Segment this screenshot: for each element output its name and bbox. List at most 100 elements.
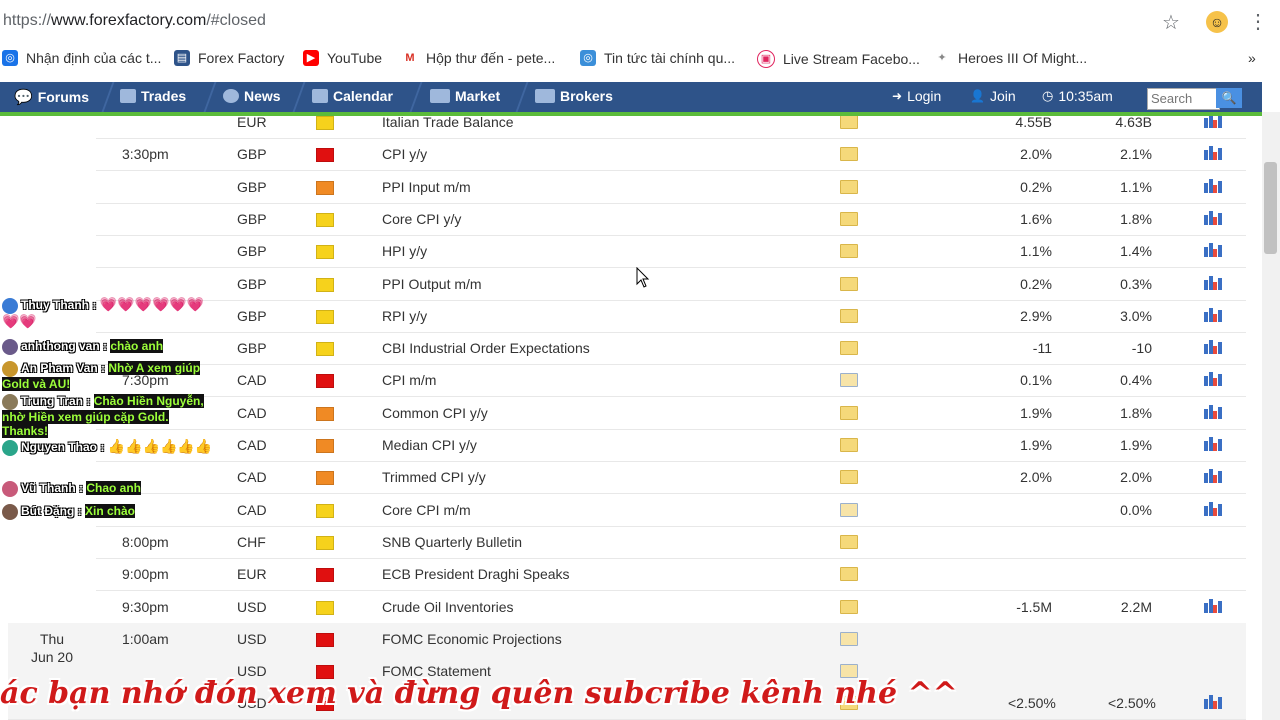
detail-folder-icon[interactable]: [840, 179, 858, 194]
bookmark-item[interactable]: ✦ Heroes III Of Might...: [934, 50, 1087, 66]
login-link[interactable]: ➜ Login: [892, 88, 941, 104]
impact-icon[interactable]: [316, 374, 334, 389]
url-field[interactable]: https://www.forexfactory.com/#closed: [3, 12, 266, 30]
bookmark-item[interactable]: ▣ Live Stream Facebo...: [757, 50, 920, 68]
browser-menu-icon[interactable]: ⋮: [1248, 9, 1268, 34]
bookmark-item[interactable]: M Hộp thư đến - pete...: [402, 50, 555, 66]
graph-icon[interactable]: [1204, 338, 1222, 355]
scrollbar-thumb[interactable]: [1264, 162, 1277, 254]
profile-avatar-icon[interactable]: ☺: [1206, 11, 1228, 33]
event-title[interactable]: PPI Output m/m: [382, 276, 482, 292]
impact-icon[interactable]: [316, 632, 334, 647]
graph-icon[interactable]: [1204, 435, 1222, 451]
table-row[interactable]: GBP RPI y/y 2.9% 3.0%: [96, 300, 1246, 333]
detail-folder-open-icon[interactable]: [840, 631, 858, 646]
bookmarks-more-button[interactable]: »: [1248, 50, 1256, 66]
table-row[interactable]: 9:30pm USD Crude Oil Inventories -1.5M 2.2M: [96, 591, 1246, 624]
detail-folder-icon[interactable]: [840, 147, 858, 162]
impact-icon[interactable]: [316, 600, 334, 615]
detail-folder-icon[interactable]: [840, 116, 858, 129]
bookmark-star-icon[interactable]: ☆: [1162, 10, 1180, 35]
detail-folder-icon[interactable]: [840, 244, 858, 259]
nav-trades[interactable]: Trades: [120, 88, 186, 104]
event-title[interactable]: Crude Oil Inventories: [382, 599, 514, 615]
impact-icon[interactable]: [316, 535, 334, 550]
impact-icon[interactable]: [316, 406, 334, 421]
impact-icon[interactable]: [316, 309, 334, 324]
nav-brokers[interactable]: Brokers: [535, 88, 613, 104]
table-row[interactable]: 3:30pm GBP CPI y/y 2.0% 2.1%: [96, 138, 1246, 172]
detail-folder-icon[interactable]: [840, 567, 858, 582]
table-row[interactable]: GBP HPI y/y 1.1% 1.4%: [96, 235, 1246, 269]
graph-icon[interactable]: [1204, 306, 1222, 322]
graph-icon[interactable]: [1204, 144, 1222, 161]
detail-folder-icon[interactable]: [840, 341, 858, 356]
impact-icon[interactable]: [316, 180, 334, 195]
event-title[interactable]: SNB Quarterly Bulletin: [382, 534, 522, 550]
detail-folder-icon[interactable]: [840, 599, 858, 614]
table-row[interactable]: CAD Trimmed CPI y/y 2.0% 2.0%: [96, 461, 1246, 495]
table-row[interactable]: 9:00pm EUR ECB President Draghi Speaks: [96, 558, 1246, 592]
impact-icon[interactable]: [316, 148, 334, 163]
graph-icon[interactable]: [1204, 209, 1222, 225]
table-row[interactable]: 8:00pm CHF SNB Quarterly Bulletin: [96, 526, 1246, 559]
event-title[interactable]: Core CPI m/m: [382, 502, 471, 518]
clock-display[interactable]: ◷ 10:35am: [1042, 88, 1113, 104]
bookmark-item[interactable]: ▤ Forex Factory: [174, 50, 284, 66]
impact-icon[interactable]: [316, 471, 334, 486]
impact-icon[interactable]: [316, 116, 334, 130]
bookmark-item[interactable]: ▶ YouTube: [303, 50, 382, 66]
detail-folder-open-icon[interactable]: [840, 502, 858, 517]
impact-icon[interactable]: [316, 277, 334, 292]
table-row[interactable]: EUR Italian Trade Balance 4.55B 4.63B: [96, 116, 1246, 139]
event-title[interactable]: Median CPI y/y: [382, 437, 477, 453]
table-row[interactable]: GBP PPI Input m/m 0.2% 1.1%: [96, 171, 1246, 204]
table-row[interactable]: GBP PPI Output m/m 0.2% 0.3%: [96, 268, 1246, 301]
detail-folder-open-icon[interactable]: [840, 373, 858, 388]
detail-folder-icon[interactable]: [840, 308, 858, 323]
detail-folder-icon[interactable]: [840, 405, 858, 420]
bookmark-item[interactable]: ◎ Tin tức tài chính qu...: [580, 50, 735, 66]
nav-news[interactable]: News: [223, 88, 281, 104]
event-title[interactable]: RPI y/y: [382, 308, 427, 324]
impact-icon[interactable]: [316, 212, 334, 227]
event-title[interactable]: Trimmed CPI y/y: [382, 469, 486, 485]
impact-icon[interactable]: [316, 503, 334, 518]
nav-forums[interactable]: 💬 Forums: [14, 88, 89, 106]
impact-icon[interactable]: [316, 342, 334, 357]
graph-icon[interactable]: [1204, 597, 1222, 613]
table-row[interactable]: GBP Core CPI y/y 1.6% 1.8%: [96, 203, 1246, 236]
event-title[interactable]: FOMC Economic Projections: [382, 631, 562, 647]
graph-icon[interactable]: [1204, 500, 1222, 516]
graph-icon[interactable]: [1204, 274, 1222, 290]
search-button[interactable]: 🔍: [1216, 88, 1242, 108]
graph-icon[interactable]: [1204, 467, 1222, 484]
join-link[interactable]: 👤 Join: [970, 88, 1016, 104]
table-row[interactable]: 7:30pm CAD CPI m/m 0.1% 0.4%: [96, 364, 1246, 398]
graph-icon[interactable]: [1204, 116, 1222, 128]
graph-icon[interactable]: [1204, 370, 1222, 387]
event-title[interactable]: CPI y/y: [382, 146, 427, 162]
table-row[interactable]: CAD Core CPI m/m 0.0%: [96, 494, 1246, 527]
address-bar[interactable]: https://www.forexfactory.com/#closed ☆ ☺…: [0, 0, 1280, 44]
detail-folder-icon[interactable]: [840, 276, 858, 291]
graph-icon[interactable]: [1204, 403, 1222, 419]
impact-icon[interactable]: [316, 568, 334, 583]
event-title[interactable]: Common CPI y/y: [382, 405, 488, 421]
impact-icon[interactable]: [316, 439, 334, 453]
table-row[interactable]: CAD Common CPI y/y 1.9% 1.8%: [96, 397, 1246, 430]
impact-icon[interactable]: [316, 245, 334, 260]
nav-calendar[interactable]: Calendar: [312, 88, 393, 104]
table-row[interactable]: 1:00am USD FOMC Economic Projections: [8, 622, 1246, 656]
event-title[interactable]: ECB President Draghi Speaks: [382, 566, 570, 582]
table-row[interactable]: GBP CBI Industrial Order Expectations -11 -…: [96, 332, 1246, 366]
event-title[interactable]: PPI Input m/m: [382, 179, 471, 195]
event-title[interactable]: Italian Trade Balance: [382, 116, 514, 130]
graph-icon[interactable]: [1204, 241, 1222, 258]
detail-folder-icon[interactable]: [840, 211, 858, 226]
nav-market[interactable]: Market: [430, 88, 500, 104]
graph-icon[interactable]: [1204, 177, 1222, 193]
event-title[interactable]: CPI m/m: [382, 372, 436, 388]
detail-folder-icon[interactable]: [840, 534, 858, 549]
detail-folder-icon[interactable]: [840, 470, 858, 485]
